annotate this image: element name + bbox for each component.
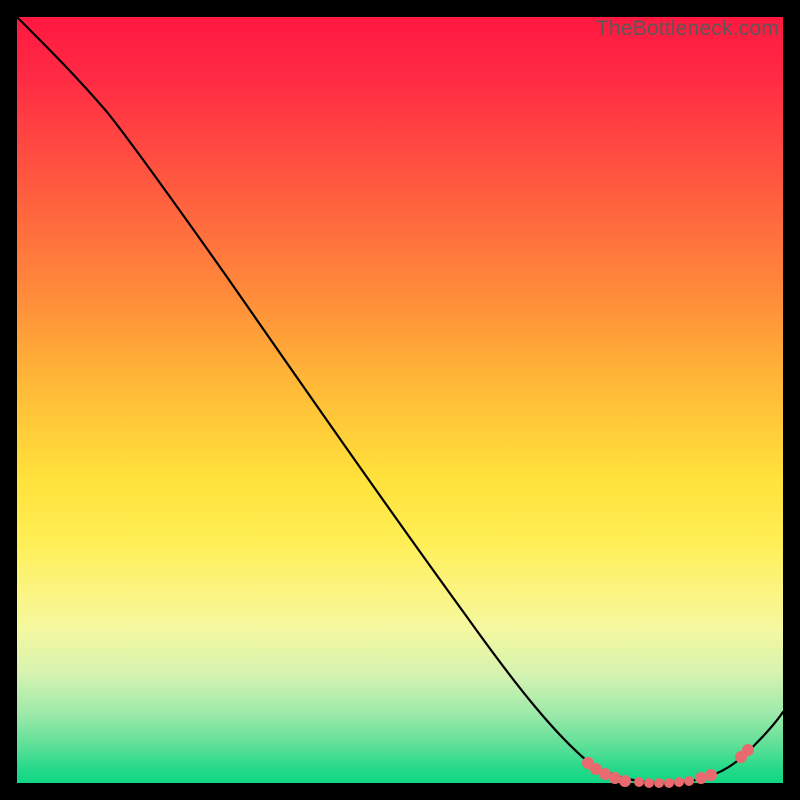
bottleneck-curve (17, 17, 783, 783)
chart-svg (17, 17, 783, 783)
chart-frame: TheBottleneck.com (17, 17, 783, 783)
marker-dots (582, 744, 754, 788)
